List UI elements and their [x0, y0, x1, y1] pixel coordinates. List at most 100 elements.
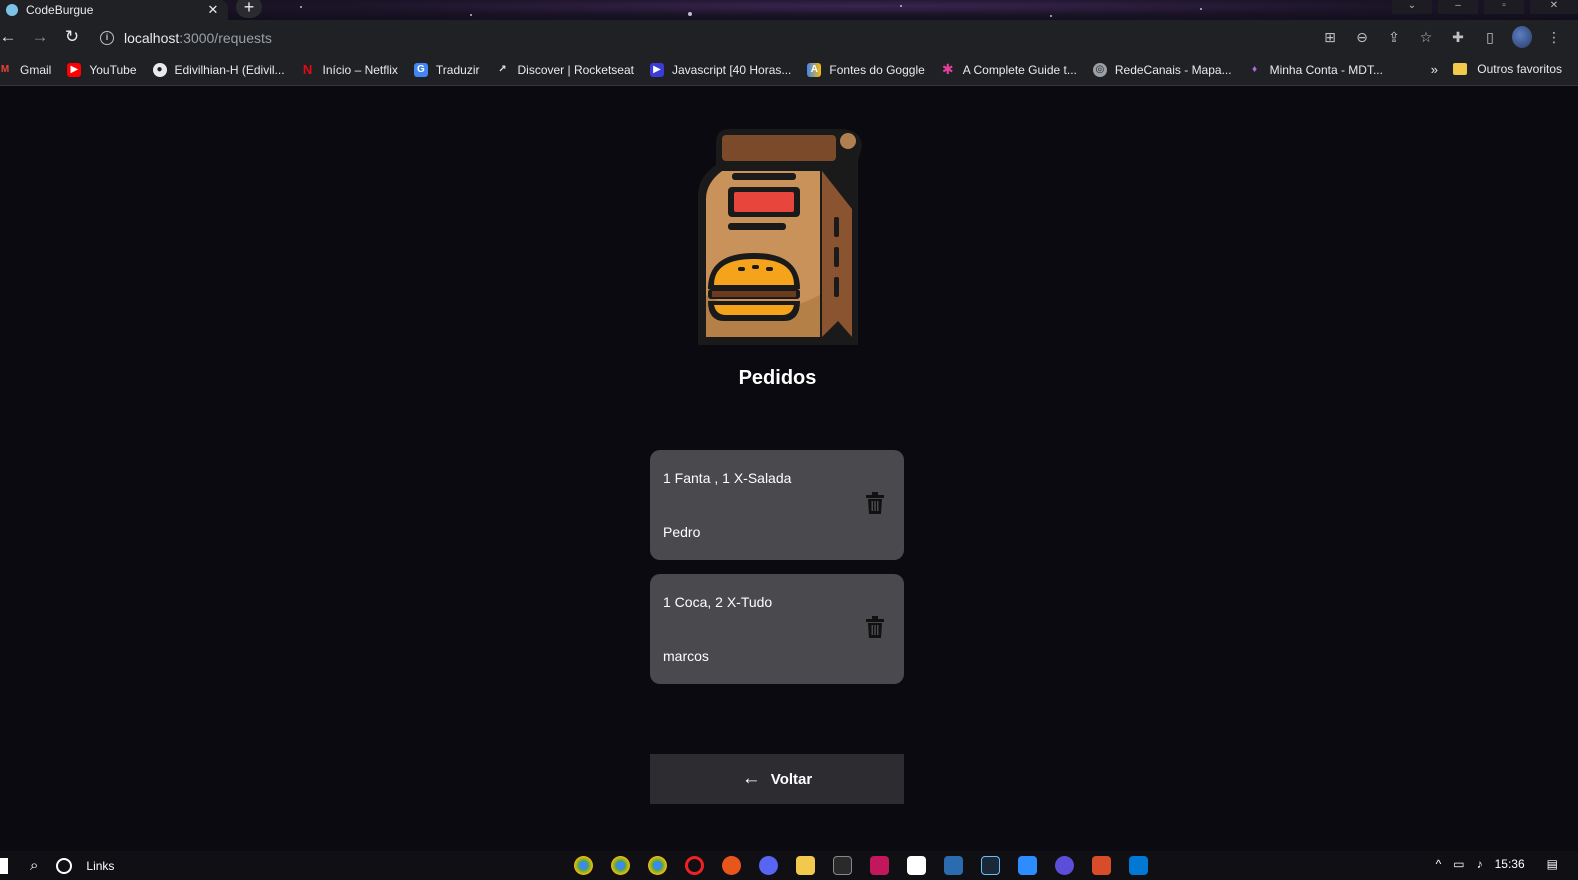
- side-panel-icon[interactable]: ▯: [1480, 29, 1500, 46]
- bookmark-label: A Complete Guide t...: [962, 62, 1077, 77]
- google-fonts-icon: A: [807, 62, 822, 77]
- share-icon[interactable]: ⇪: [1384, 29, 1404, 46]
- bookmark-label: Minha Conta - MDT...: [1269, 62, 1383, 77]
- arrow-left-icon: ←: [741, 768, 761, 789]
- chrome-icon[interactable]: [648, 856, 667, 875]
- maximize-button[interactable]: ▫: [1484, 0, 1524, 14]
- bookmarks-bar: M Gmail ▶ YouTube ● Edivilhian-H (Edivil…: [0, 54, 1578, 86]
- close-window-button[interactable]: ✕: [1530, 0, 1578, 14]
- bookmark-youtube[interactable]: ▶ YouTube: [67, 62, 137, 77]
- office-icon[interactable]: [1092, 856, 1111, 875]
- tab-search-button[interactable]: ⌄: [1392, 0, 1432, 14]
- chrome-icon[interactable]: [574, 856, 593, 875]
- css-tricks-icon: ✱: [941, 61, 954, 77]
- bookmark-label: Discover | Rocketseat: [517, 62, 635, 77]
- toolbar-actions: ⊞ ⊖ ⇪ ☆ ✚ ▯ ⋮: [1320, 20, 1564, 54]
- requests-page: Pedidos 1 Fanta , 1 X-Salada Pedro 1 Coc…: [0, 87, 1578, 851]
- notion-icon[interactable]: [907, 856, 926, 875]
- bookmark-gmail[interactable]: M Gmail: [0, 62, 52, 77]
- delete-order-button[interactable]: [864, 490, 886, 516]
- bookmark-redecanais[interactable]: ◎ RedeCanais - Mapa...: [1092, 62, 1232, 77]
- delete-order-button[interactable]: [864, 614, 886, 640]
- extensions-icon[interactable]: ✚: [1448, 29, 1468, 46]
- back-button[interactable]: ← Voltar: [650, 754, 904, 804]
- site-info-icon[interactable]: i: [100, 31, 114, 45]
- search-icon[interactable]: ⌕: [30, 857, 38, 874]
- brave-icon[interactable]: [722, 856, 741, 875]
- other-bookmarks-folder[interactable]: Outros favoritos: [1453, 62, 1562, 76]
- browser-tab[interactable]: CodeBurgue ✕: [0, 0, 228, 20]
- zoom-icon[interactable]: ⊖: [1352, 29, 1372, 46]
- translate-icon: G: [413, 62, 428, 77]
- chevron-up-icon[interactable]: ^: [1436, 857, 1442, 871]
- order-items: 1 Fanta , 1 X-Salada: [663, 470, 792, 486]
- trash-icon: [866, 492, 884, 514]
- bookmark-star-icon[interactable]: ☆: [1416, 29, 1436, 46]
- taskbar-apps: [574, 856, 1148, 875]
- bookmark-github[interactable]: ● Edivilhian-H (Edivil...: [152, 62, 285, 77]
- github-icon: ●: [152, 62, 167, 77]
- chrome-icon[interactable]: [611, 856, 630, 875]
- tab-close-icon[interactable]: ✕: [204, 2, 222, 18]
- zoom-icon[interactable]: [1018, 856, 1037, 875]
- taskbar-links-label[interactable]: Links: [86, 859, 114, 873]
- bookmark-netflix[interactable]: N Início – Netflix: [301, 62, 398, 77]
- epic-games-icon[interactable]: [833, 856, 852, 875]
- bookmark-rocketseat[interactable]: ↗ Discover | Rocketseat: [496, 62, 635, 77]
- url-host: localhost: [124, 30, 180, 46]
- window-titlebar: CodeBurgue ✕ + ⌄ – ▫ ✕: [0, 0, 1578, 20]
- more-bookmarks-chevron-icon[interactable]: »: [1431, 62, 1438, 77]
- folder-icon: [1453, 63, 1468, 75]
- reload-icon[interactable]: ↻: [56, 21, 88, 53]
- other-bookmarks-label: Outros favoritos: [1477, 62, 1562, 76]
- opera-icon[interactable]: [685, 856, 704, 875]
- volume-icon[interactable]: ♪: [1477, 857, 1483, 871]
- bookmark-label: RedeCanais - Mapa...: [1114, 62, 1232, 77]
- browser-toolbar: ← → ↻ i localhost:3000/requests ⊞ ⊖ ⇪ ☆ …: [0, 20, 1578, 54]
- steam-icon[interactable]: [981, 856, 1000, 875]
- bookmark-label: Início – Netflix: [322, 62, 398, 77]
- url-path: :3000/requests: [179, 30, 272, 46]
- bookmark-label: Gmail: [20, 62, 52, 77]
- new-tab-button[interactable]: +: [236, 0, 262, 18]
- vscode-icon[interactable]: [1129, 856, 1148, 875]
- windows-start-icon[interactable]: [0, 857, 8, 874]
- trash-icon: [866, 616, 884, 638]
- forward-arrow-icon[interactable]: →: [24, 21, 56, 53]
- bookmark-traduzir[interactable]: G Traduzir: [413, 62, 480, 77]
- mdt-icon: ♦: [1252, 64, 1258, 75]
- powershell-icon[interactable]: [944, 856, 963, 875]
- cortana-icon[interactable]: [56, 857, 73, 874]
- order-items: 1 Coca, 2 X-Tudo: [663, 594, 773, 610]
- burger-bag-logo: [698, 129, 862, 345]
- tab-favicon-icon: [6, 4, 18, 16]
- app-icon[interactable]: [870, 856, 889, 875]
- order-list: 1 Fanta , 1 X-Salada Pedro 1 Coca, 2 X-T…: [650, 450, 904, 698]
- address-bar[interactable]: i localhost:3000/requests: [90, 24, 1356, 52]
- gmail-icon: M: [0, 64, 10, 75]
- profile-avatar[interactable]: [1512, 26, 1532, 48]
- order-client-name: Pedro: [663, 524, 701, 540]
- bookmark-label: Javascript [40 Horas...: [672, 62, 792, 77]
- network-icon[interactable]: ▭: [1453, 857, 1464, 871]
- app-icon[interactable]: [1055, 856, 1074, 875]
- minimize-button[interactable]: –: [1438, 0, 1478, 14]
- bookmark-mdt[interactable]: ♦ Minha Conta - MDT...: [1248, 63, 1383, 77]
- order-card: 1 Fanta , 1 X-Salada Pedro: [650, 450, 904, 560]
- back-button-label: Voltar: [770, 770, 813, 788]
- file-explorer-icon[interactable]: [796, 856, 815, 875]
- bookmark-css-tricks[interactable]: ✱ A Complete Guide t...: [941, 61, 1077, 77]
- translate-icon[interactable]: ⊞: [1320, 29, 1340, 46]
- bookmark-label: YouTube: [89, 62, 137, 77]
- clock-time[interactable]: 15:36: [1495, 857, 1525, 871]
- os-taskbar: ⌕ Links ^ ▭ ♪ 15:36 ▤: [0, 851, 1578, 880]
- discord-icon[interactable]: [759, 856, 778, 875]
- bookmark-javascript[interactable]: ▶ Javascript [40 Horas...: [650, 62, 792, 77]
- bookmark-label: Edivilhian-H (Edivil...: [174, 62, 285, 77]
- back-arrow-icon[interactable]: ←: [0, 21, 24, 53]
- netflix-icon: N: [302, 62, 313, 77]
- menu-kebab-icon[interactable]: ⋮: [1544, 29, 1564, 46]
- bookmark-google-fonts[interactable]: A Fontes do Goggle: [807, 62, 925, 77]
- notifications-icon[interactable]: ▤: [1547, 857, 1558, 871]
- page-title: Pedidos: [738, 367, 817, 389]
